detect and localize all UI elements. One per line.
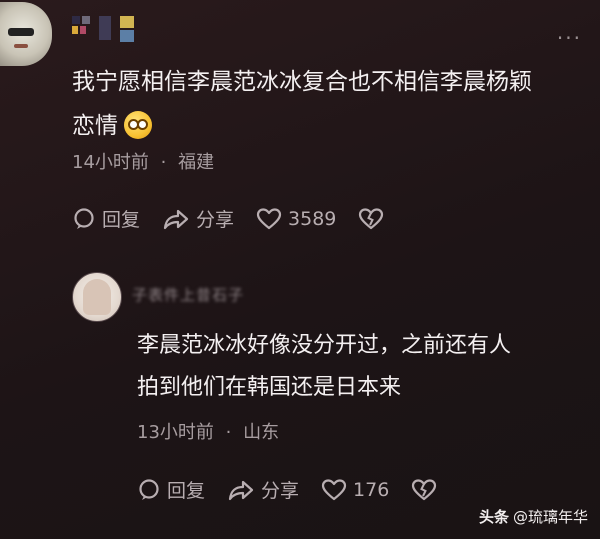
reply-time: 13小时前 (137, 422, 214, 443)
comment-line-2-text: 恋情 (72, 113, 118, 139)
avatar-mouth (14, 44, 28, 48)
watermark-handle: @琉璃年华 (512, 508, 588, 526)
comment-line-1: 我宁愿相信李晨范冰冰复合也不相信李晨杨颖 (72, 69, 532, 95)
watermark: 头条 @琉璃年华 (479, 506, 588, 527)
reply-button[interactable]: 回复 (72, 205, 140, 232)
comment-location: 福建 (178, 152, 215, 173)
reply-bubble-icon (139, 478, 159, 500)
comment-line-2: 恋情 (72, 104, 582, 148)
like-count: 3589 (288, 207, 337, 230)
reply-location: 山东 (243, 422, 280, 443)
comment-content: 我宁愿相信李晨范冰冰复合也不相信李晨杨颖 恋情 (72, 60, 582, 148)
share-label: 分享 (261, 480, 300, 502)
commenter-name-blurred[interactable] (72, 16, 134, 46)
avatar-glasses (8, 28, 34, 36)
share-arrow-icon (163, 209, 189, 229)
reply-content: 李晨范冰冰好像没分开过，之前还有人 拍到他们在韩国还是日本来 (137, 325, 577, 409)
avatar-figure (83, 279, 111, 315)
heart-icon (321, 478, 347, 500)
comment-meta: 14小时前 · 福建 (72, 148, 214, 174)
reply-dislike-button[interactable] (411, 478, 443, 502)
meta-separator: · (225, 422, 232, 443)
broken-heart-icon (412, 478, 437, 500)
reply-bubble-icon (74, 207, 94, 229)
like-button[interactable]: 3589 (256, 207, 336, 231)
share-arrow-icon (228, 480, 254, 500)
reply-reply-button[interactable]: 回复 (137, 476, 205, 503)
commenter-avatar[interactable] (0, 2, 52, 66)
share-button[interactable]: 分享 (162, 205, 234, 232)
like-count: 176 (353, 478, 390, 501)
reply-meta: 13小时前 · 山东 (137, 418, 279, 444)
dislike-button[interactable] (358, 207, 390, 231)
broken-heart-icon (359, 207, 384, 229)
reply-like-button[interactable]: 176 (321, 478, 389, 502)
share-label: 分享 (196, 209, 235, 231)
heart-icon (256, 207, 282, 229)
reply-label: 回复 (102, 209, 141, 231)
reply-line-2: 拍到他们在韩国还是日本来 (137, 375, 402, 400)
watermark-brand: 头条 (478, 508, 509, 526)
reply-avatar[interactable] (72, 272, 122, 322)
reply-label: 回复 (167, 480, 206, 502)
comment-actions: 回复 分享 3589 (72, 205, 412, 232)
comment-time: 14小时前 (72, 152, 149, 173)
reply-line-1: 李晨范冰冰好像没分开过，之前还有人 (137, 333, 512, 358)
reply-actions: 回复 分享 176 (137, 476, 465, 503)
reply-username-blurred[interactable]: 子表件上昔石子 (132, 284, 244, 305)
more-options-icon[interactable]: ··· (557, 28, 582, 48)
meta-separator: · (160, 152, 167, 173)
reply-share-button[interactable]: 分享 (227, 476, 299, 503)
flushed-face-emoji-icon (124, 111, 152, 139)
